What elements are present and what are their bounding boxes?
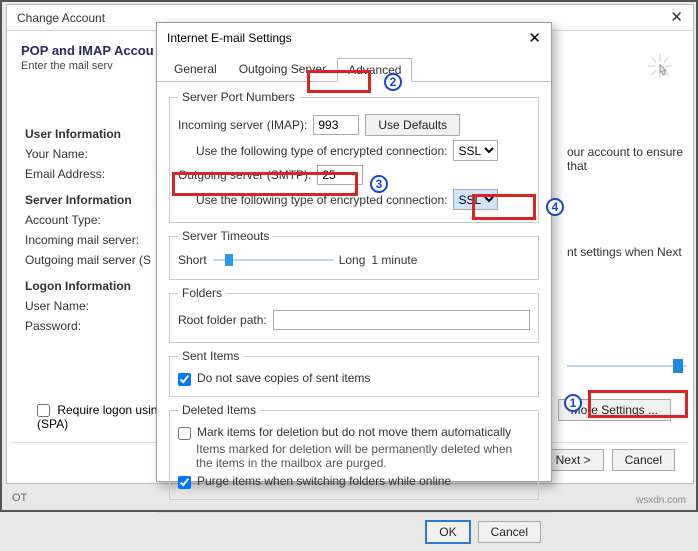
label-your-name: Your Name: [25,147,175,161]
label-purge: Purge items when switching folders while… [197,474,451,488]
label-incoming-imap: Incoming server (IMAP): [178,118,307,132]
fieldset-sent-items: Sent Items Do not save copies of sent it… [169,349,539,397]
inner-title-text: Internet E-mail Settings [167,31,292,45]
chk-purge[interactable] [178,476,191,489]
label-outgoing-server: Outgoing mail server (S [25,253,175,267]
inner-close-icon[interactable]: ✕ [528,29,541,47]
legend-timeouts: Server Timeouts [178,229,273,243]
outer-cancel-button[interactable]: Cancel [612,449,675,471]
close-icon[interactable]: ✕ [670,5,683,31]
tab-outgoing-server[interactable]: Outgoing Server [228,57,337,81]
fieldset-server-ports: Server Port Numbers Incoming server (IMA… [169,90,539,223]
label-minute: 1 minute [371,253,417,267]
incoming-encrypt-select[interactable]: SSL [453,140,498,161]
require-spa-label: Require logon using(SPA) [37,403,164,431]
slider-thumb[interactable] [673,359,683,373]
right-text-1: our account to ensure that [567,145,691,173]
more-settings-button[interactable]: More Settings ... [558,399,671,421]
inner-bottom-bar: OK Cancel [157,512,551,551]
more-settings-wrap: More Settings ... [558,399,671,421]
note-deletion: Items marked for deletion will be perman… [196,442,530,470]
require-spa-checkbox-row: Require logon using(SPA) [37,403,164,431]
left-column: User Information Your Name: Email Addres… [25,115,175,339]
legend-sent: Sent Items [178,349,243,363]
footer-ot: OT [12,492,27,504]
slider-track [567,365,687,367]
ok-button[interactable]: OK [426,521,469,543]
root-folder-input[interactable] [273,310,530,330]
label-root-folder: Root folder path: [178,313,267,327]
inner-cancel-button[interactable]: Cancel [478,521,541,543]
label-long: Long [339,253,366,267]
internet-email-settings-dialog: Internet E-mail Settings ✕ General Outgo… [156,22,552,482]
inner-titlebar: Internet E-mail Settings ✕ [157,23,551,53]
inner-body: Server Port Numbers Incoming server (IMA… [157,82,551,512]
legend-server-ports: Server Port Numbers [178,90,299,104]
require-spa-checkbox[interactable] [37,404,50,417]
section-user-info: User Information [25,127,175,141]
label-password: Password: [25,319,175,333]
legend-deleted: Deleted Items [178,403,260,417]
tab-general[interactable]: General [163,57,228,81]
section-server-info: Server Information [25,193,175,207]
label-mark-deletion: Mark items for deletion but do not move … [197,425,511,439]
outer-title-text: Change Account [17,5,105,31]
fieldset-timeouts: Server Timeouts Short Long 1 minute [169,229,539,280]
cursor-star-icon [645,51,675,81]
use-defaults-button[interactable]: Use Defaults [365,114,460,136]
section-logon-info: Logon Information [25,279,175,293]
footer-brand: wsxdn.com [636,495,686,506]
label-no-save-sent: Do not save copies of sent items [197,371,370,385]
label-incoming-server: Incoming mail server: [25,233,175,247]
timeout-slider[interactable] [213,254,333,266]
label-incoming-encrypt: Use the following type of encrypted conn… [196,144,447,158]
tabs: General Outgoing Server Advanced [157,53,551,82]
fieldset-folders: Folders Root folder path: [169,286,539,343]
chk-no-save-sent[interactable] [178,373,191,386]
fieldset-deleted-items: Deleted Items Mark items for deletion bu… [169,403,539,500]
label-short: Short [178,253,207,267]
outgoing-encrypt-select[interactable]: SSL [453,189,498,210]
label-account-type: Account Type: [25,213,175,227]
right-text-2: nt settings when Next [567,245,691,259]
chk-mark-deletion[interactable] [178,427,191,440]
legend-folders: Folders [178,286,226,300]
label-username: User Name: [25,299,175,313]
label-outgoing-smtp: Outgoing server (SMTP): [178,168,311,182]
label-email: Email Address: [25,167,175,181]
label-outgoing-encrypt: Use the following type of encrypted conn… [196,193,447,207]
outgoing-port-input[interactable] [317,165,363,185]
incoming-port-input[interactable] [313,115,359,135]
tab-advanced[interactable]: Advanced [337,58,412,82]
